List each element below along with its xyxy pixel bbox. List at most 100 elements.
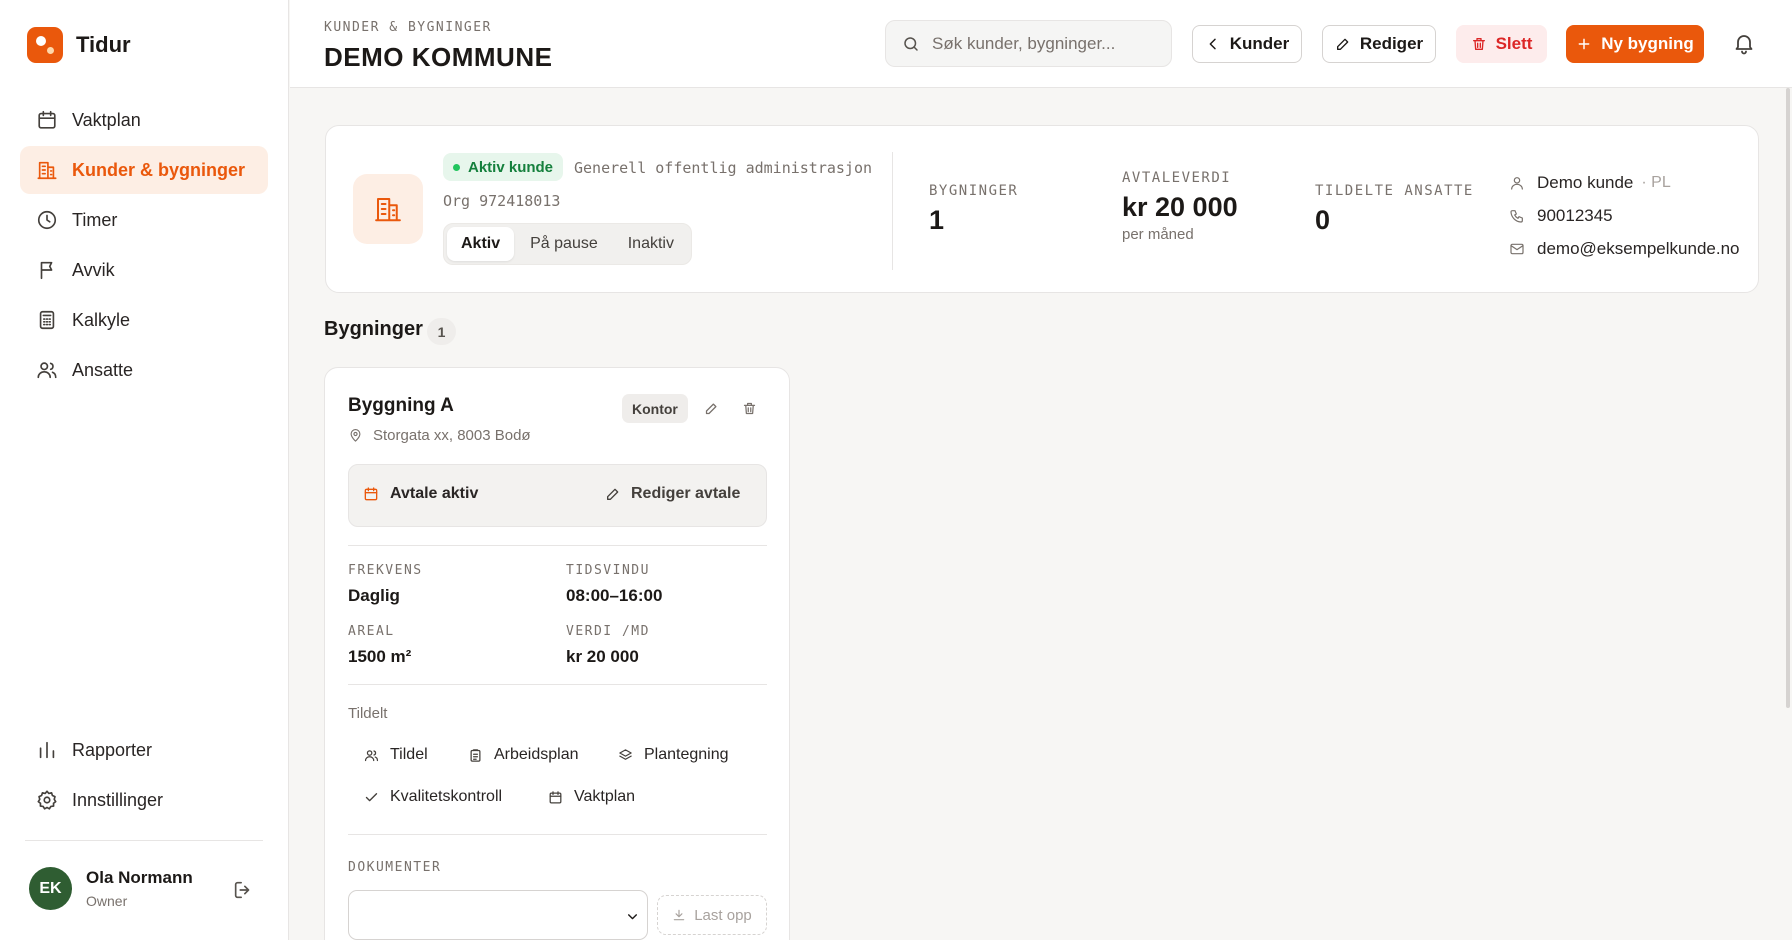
top-header: KUNDER & BYGNINGER DEMO KOMMUNE Kunder R… [290, 0, 1792, 88]
status-option-inaktiv[interactable]: Inaktiv [614, 227, 688, 261]
time-window-field: TIDSVINDU 08:00–16:00 [566, 563, 662, 606]
building-address: Storgata xx, 8003 Bodø [348, 427, 531, 444]
document-select[interactable] [348, 890, 648, 940]
status-option-pa-pause[interactable]: På pause [516, 227, 612, 261]
quality-control-button[interactable]: Kvalitetskontroll [364, 788, 502, 806]
edit-customer-button[interactable]: Rediger [1322, 25, 1436, 63]
logout-icon[interactable] [232, 879, 254, 901]
sidebar-item-label: Kunder & bygninger [72, 159, 246, 180]
status-option-aktiv[interactable]: Aktiv [447, 227, 515, 261]
stat-buildings: BYGNINGER 1 [929, 183, 1018, 236]
floor-plan-button[interactable]: Plantegning [618, 746, 729, 764]
chevron-down-icon [628, 914, 637, 920]
contact-info: Demo kunde · PL 90012345 demo@eksempelku… [1509, 166, 1740, 265]
sidebar: Tidur Vaktplan Kunder & bygninger Timer … [0, 0, 289, 940]
new-building-label: Ny bygning [1601, 34, 1694, 53]
building-address-text: Storgata xx, 8003 Bodø [373, 427, 531, 444]
stat-contract-value: AVTALEVERDI kr 20 000 per måned [1122, 170, 1238, 243]
agreement-panel: Avtale aktiv Rediger avtale [348, 464, 767, 527]
pencil-icon [607, 488, 619, 500]
sidebar-item-timer[interactable]: Timer [20, 196, 268, 244]
phone-icon [1510, 209, 1523, 223]
clipboard-icon [470, 748, 481, 762]
delete-button-label: Slett [1495, 34, 1533, 53]
avatar: EK [29, 867, 72, 910]
stat-value: kr 20 000 [1122, 192, 1238, 222]
back-to-customers-button[interactable]: Kunder [1192, 25, 1302, 63]
field-label: VERDI /MD [566, 624, 650, 639]
divider [892, 152, 893, 270]
action-label: Tildel [390, 746, 428, 763]
field-value: Daglig [348, 586, 400, 605]
agreement-status: Avtale aktiv [363, 485, 478, 503]
divider [348, 684, 767, 685]
divider [348, 834, 767, 835]
action-label: Plantegning [644, 746, 729, 763]
assigned-label: Tildelt [348, 705, 388, 722]
area-field: AREAL 1500 m² [348, 624, 411, 667]
customer-avatar [353, 174, 423, 244]
building-icon [37, 161, 57, 180]
status-badge: Aktiv kunde [443, 153, 564, 181]
pencil-icon [705, 403, 716, 414]
trash-icon [1472, 38, 1485, 50]
sidebar-item-rapporter[interactable]: Rapporter [20, 726, 268, 774]
mail-icon [1510, 243, 1524, 254]
field-label: AREAL [348, 624, 395, 639]
flag-icon [40, 261, 53, 280]
calculator-icon [39, 310, 55, 330]
check-icon [365, 792, 378, 801]
sidebar-item-ansatte[interactable]: Ansatte [20, 346, 268, 394]
contact-role: · PL [1641, 173, 1671, 191]
trash-icon [743, 402, 755, 414]
sidebar-item-avvik[interactable]: Avvik [20, 246, 268, 294]
documents-label: DOKUMENTER [348, 860, 442, 875]
edit-agreement-button[interactable]: Rediger avtale [605, 485, 740, 503]
calendar-icon [38, 110, 56, 129]
shift-plan-button[interactable]: Vaktplan [548, 788, 635, 806]
bell-icon[interactable] [1732, 31, 1756, 55]
upload-button[interactable]: Last opp [657, 895, 767, 935]
sidebar-item-kalkyle[interactable]: Kalkyle [20, 296, 268, 344]
contact-email-row[interactable]: demo@eksempelkunde.no [1509, 232, 1740, 265]
user-name: Ola Normann [86, 868, 193, 887]
field-label: TIDSVINDU [566, 563, 650, 578]
bar-chart-icon [39, 741, 55, 759]
user-icon [1511, 176, 1523, 190]
sidebar-item-innstillinger[interactable]: Innstillinger [20, 776, 268, 824]
work-plan-button[interactable]: Arbeidsplan [468, 746, 579, 764]
new-building-button[interactable]: Ny bygning [1566, 25, 1704, 63]
edit-building-button[interactable] [699, 396, 723, 420]
sidebar-divider [25, 840, 263, 841]
gear-icon [37, 790, 57, 810]
field-value: kr 20 000 [566, 647, 639, 666]
contact-phone-row[interactable]: 90012345 [1509, 199, 1740, 232]
sidebar-item-vaktplan[interactable]: Vaktplan [20, 96, 268, 144]
customer-summary-card: Aktiv kunde Generell offentlig administr… [325, 125, 1759, 293]
secondary-nav: Rapporter Innstillinger [20, 726, 268, 826]
assign-button[interactable]: Tildel [364, 746, 428, 764]
search-input[interactable] [932, 33, 1162, 54]
user-profile[interactable]: EK Ola Normann Owner [29, 867, 193, 910]
industry-label: Generell offentlig administrasjon [574, 159, 873, 177]
search-box[interactable] [885, 20, 1172, 67]
building-card: Byggning A Storgata xx, 8003 Bodø Kontor… [324, 367, 790, 940]
building-name: Byggning A [348, 395, 454, 416]
breadcrumb[interactable]: KUNDER & BYGNINGER [324, 20, 492, 35]
stat-value: 1 [929, 205, 945, 235]
delete-customer-button[interactable]: Slett [1456, 25, 1547, 63]
divider [348, 545, 767, 546]
action-label: Arbeidsplan [494, 746, 579, 763]
agreement-status-label: Avtale aktiv [390, 485, 479, 502]
main-nav: Vaktplan Kunder & bygninger Timer Avvik … [20, 96, 268, 396]
monthly-value-field: VERDI /MD kr 20 000 [566, 624, 650, 667]
plus-icon [1578, 38, 1590, 50]
clock-icon [37, 210, 57, 230]
brand[interactable]: Tidur [27, 27, 131, 63]
scrollbar[interactable] [1786, 88, 1790, 708]
status-segmented-control: Aktiv På pause Inaktiv [443, 223, 692, 265]
delete-building-button[interactable] [737, 396, 761, 420]
users-icon [364, 749, 379, 761]
sidebar-item-kunder[interactable]: Kunder & bygninger [20, 146, 268, 194]
buildings-count-badge: 1 [427, 318, 456, 345]
